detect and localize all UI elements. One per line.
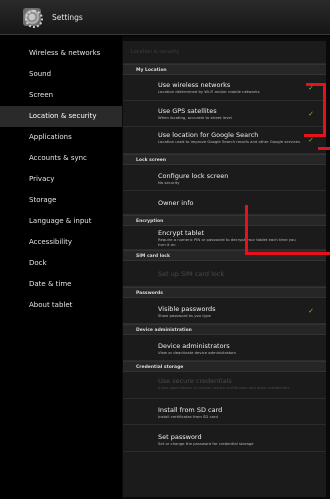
pref-title: Use location for Google Search <box>158 131 259 139</box>
pref-set-up-sim-card-lock: Set up SIM card lock <box>123 261 326 287</box>
pref-title: Device administrators <box>158 342 230 350</box>
sidebar-item-storage[interactable]: Storage <box>0 190 122 211</box>
pref-title: Set up SIM card lock <box>158 270 225 278</box>
pref-title: Use wireless networks <box>158 81 231 89</box>
preferences-list: Location & security My Location Use wire… <box>123 41 326 497</box>
pref-title: Use secure credentials <box>158 377 232 385</box>
pref-title: Set password <box>158 433 202 441</box>
sidebar-item-privacy[interactable]: Privacy <box>0 169 122 190</box>
pref-title: Encrypt tablet <box>158 229 205 237</box>
pref-owner-info[interactable]: Owner info <box>123 191 326 215</box>
checkbox-checked-icon[interactable]: ✓ <box>308 110 314 118</box>
pref-summary: Install certificates from SD card <box>158 414 218 419</box>
sidebar-item-screen[interactable]: Screen <box>0 85 122 106</box>
pref-set-password[interactable]: Set password Set or change the password … <box>123 425 326 452</box>
checkbox-checked-icon[interactable]: ✓ <box>308 136 314 144</box>
settings-detail-pane: Location & security My Location Use wire… <box>122 36 330 499</box>
pref-summary: Require a numeric PIN or password to dec… <box>158 237 296 247</box>
section-header-credential-storage: Credential storage <box>123 361 326 372</box>
pref-title: Owner info <box>158 199 194 207</box>
sidebar-item-location-security[interactable]: Location & security <box>0 106 122 127</box>
sidebar-item-applications[interactable]: Applications <box>0 127 122 148</box>
pref-use-gps-satellites[interactable]: Use GPS satellites When locating, accura… <box>123 101 326 127</box>
sidebar-item-sound[interactable]: Sound <box>0 64 122 85</box>
sidebar-item-dock[interactable]: Dock <box>0 253 122 274</box>
annotation-arrow-google <box>318 147 330 150</box>
section-header-encryption: Encryption <box>123 215 326 226</box>
checkbox-checked-icon[interactable]: ✓ <box>308 307 314 315</box>
pane-header: Location & security <box>123 41 326 64</box>
annotation-bracket-vertical <box>323 83 326 137</box>
pref-summary: No security <box>158 180 180 185</box>
sidebar-item-date-time[interactable]: Date & time <box>0 274 122 295</box>
annotation-line-vertical <box>245 205 248 255</box>
pref-use-wireless-networks[interactable]: Use wireless networks Location determine… <box>123 75 326 101</box>
title-bar: Settings <box>0 0 330 35</box>
pref-summary: Show password as you type <box>158 313 211 318</box>
pref-configure-lock-screen[interactable]: Configure lock screen No security <box>123 165 326 191</box>
pref-summary: Location used to improve Google Search r… <box>158 139 300 144</box>
sidebar-item-wireless-networks[interactable]: Wireless & networks <box>0 43 122 64</box>
sidebar-item-language-input[interactable]: Language & input <box>0 211 122 232</box>
pref-title: Use GPS satellites <box>158 107 217 115</box>
pref-use-location-google-search[interactable]: Use location for Google Search Location … <box>123 127 326 154</box>
section-header-passwords: Passwords <box>123 287 326 298</box>
pref-summary: View or deactivate device administrators <box>158 350 236 355</box>
sidebar-item-accounts-sync[interactable]: Accounts & sync <box>0 148 122 169</box>
pref-summary: Location determined by Wi-Fi and/or mobi… <box>158 89 260 94</box>
settings-gear-icon <box>23 8 43 28</box>
annotation-bracket-bottom <box>304 134 326 137</box>
sidebar-item-about-tablet[interactable]: About tablet <box>0 295 122 316</box>
pref-summary: When locating, accurate to street level <box>158 115 232 120</box>
pref-encrypt-tablet[interactable]: Encrypt tablet Require a numeric PIN or … <box>123 226 326 250</box>
pref-use-secure-credentials: Use secure credentials Allow application… <box>123 372 326 399</box>
pref-title: Install from SD card <box>158 406 223 414</box>
pref-install-from-sd-card[interactable]: Install from SD card Install certificate… <box>123 399 326 425</box>
pref-summary: Allow applications to access secure cert… <box>158 385 290 390</box>
pref-summary: Set or change the password for credentia… <box>158 441 254 446</box>
pref-device-administrators[interactable]: Device administrators View or deactivate… <box>123 335 326 361</box>
section-header-device-administration: Device administration <box>123 324 326 335</box>
app-title: Settings <box>52 12 83 22</box>
section-header-lock-screen: Lock screen <box>123 154 326 165</box>
annotation-line-horizontal <box>245 252 330 255</box>
pref-title: Visible passwords <box>158 305 216 313</box>
sidebar-item-accessibility[interactable]: Accessibility <box>0 232 122 253</box>
section-header-my-location: My Location <box>123 64 326 75</box>
pref-title: Configure lock screen <box>158 172 229 180</box>
pref-visible-passwords[interactable]: Visible passwords Show password as you t… <box>123 298 326 324</box>
settings-sidebar: Wireless & networks Sound Screen Locatio… <box>0 36 122 499</box>
